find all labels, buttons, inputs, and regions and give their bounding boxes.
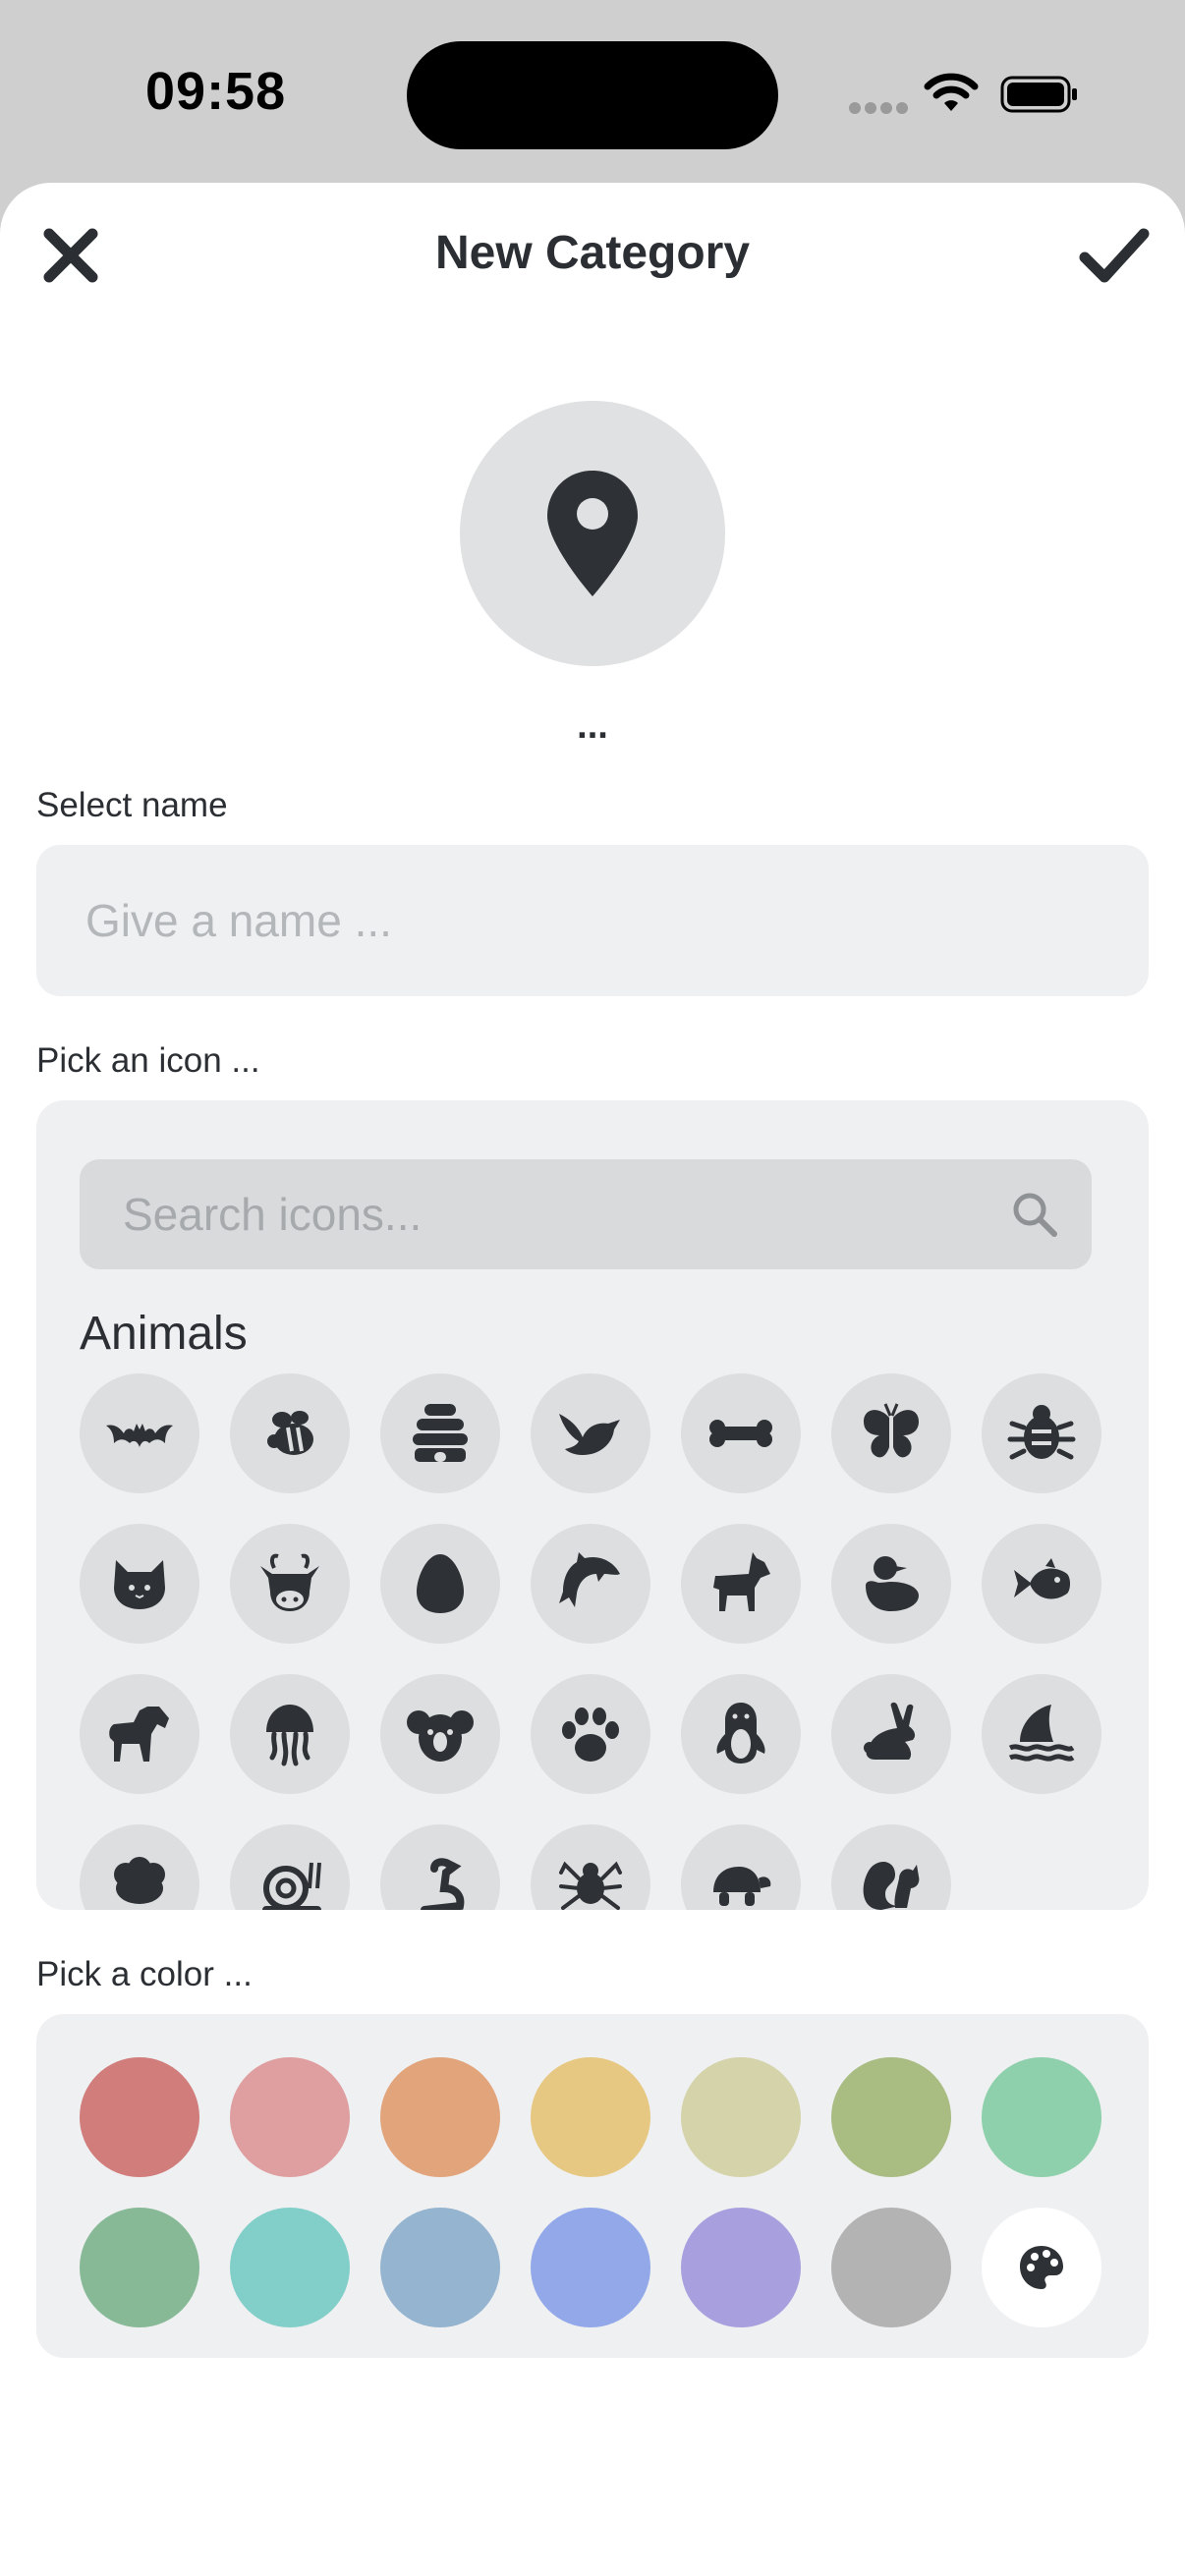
icon-option-fish[interactable] (982, 1524, 1101, 1644)
icon-option-koala[interactable] (380, 1674, 500, 1794)
color-swatch[interactable] (380, 2208, 500, 2327)
duck-icon (866, 1556, 919, 1611)
map-marker-icon (547, 471, 638, 596)
icon-option-bat[interactable] (80, 1373, 199, 1493)
color-swatch[interactable] (982, 2057, 1101, 2177)
cellular-signal-icon (849, 102, 908, 116)
custom-color-button[interactable] (982, 2208, 1101, 2327)
color-swatch[interactable] (80, 2057, 199, 2177)
snail-icon (262, 1862, 321, 1910)
icon-option-cow[interactable] (230, 1524, 350, 1644)
bug-icon (1007, 1405, 1076, 1460)
icon-option-duck[interactable] (831, 1524, 951, 1644)
page-title: New Category (434, 227, 751, 279)
icon-option-cat[interactable] (80, 1524, 199, 1644)
fish-icon (1014, 1558, 1070, 1599)
sheep-icon (114, 1857, 165, 1904)
jellyfish-icon (266, 1705, 313, 1766)
icon-option-beehive[interactable] (380, 1373, 500, 1493)
egg-icon (417, 1554, 464, 1613)
icon-option-rabbit[interactable] (831, 1674, 951, 1794)
icon-section-label: Pick an icon ... (36, 1041, 260, 1080)
dolphin-icon (559, 1552, 620, 1607)
check-icon (1079, 228, 1150, 283)
dog-icon (713, 1552, 770, 1611)
icon-option-dolphin[interactable] (531, 1524, 650, 1644)
icon-option-butterfly[interactable] (831, 1373, 951, 1493)
shark-fin-icon (1008, 1705, 1075, 1762)
horse-icon (109, 1707, 169, 1762)
icon-picker-panel[interactable]: Animals (36, 1100, 1149, 1910)
name-label: Select name (36, 786, 228, 824)
color-swatch[interactable] (831, 2057, 951, 2177)
icon-option-spider[interactable] (531, 1824, 650, 1910)
bat-icon (106, 1424, 173, 1447)
color-picker-panel (36, 2014, 1149, 2358)
color-swatch[interactable] (531, 2208, 650, 2327)
icon-option-squirrel[interactable] (831, 1824, 951, 1910)
color-section-label: Pick a color ... (36, 1955, 253, 1993)
color-swatch[interactable] (681, 2208, 801, 2327)
icon-option-sheep[interactable] (80, 1824, 199, 1910)
icon-option-bone[interactable] (681, 1373, 801, 1493)
color-swatch[interactable] (230, 2208, 350, 2327)
icon-option-dog[interactable] (681, 1524, 801, 1644)
category-preview-name: ... (577, 705, 608, 747)
color-swatch[interactable] (80, 2208, 199, 2327)
icon-option-horse[interactable] (80, 1674, 199, 1794)
wifi-icon (924, 73, 979, 111)
cow-icon (260, 1553, 319, 1611)
snake-icon (421, 1858, 465, 1910)
palette-icon (1020, 2246, 1063, 2289)
color-swatch[interactable] (531, 2057, 650, 2177)
category-name-input[interactable] (36, 845, 1149, 996)
bird-icon (559, 1414, 620, 1455)
butterfly-icon (864, 1403, 919, 1458)
icon-option-snake[interactable] (380, 1824, 500, 1910)
icon-option-shark-fin[interactable] (982, 1674, 1101, 1794)
color-swatch[interactable] (230, 2057, 350, 2177)
spider-icon (559, 1861, 622, 1910)
color-swatch[interactable] (681, 2057, 801, 2177)
icon-search-box[interactable] (80, 1159, 1092, 1269)
turtle-icon (713, 1867, 771, 1906)
icon-option-jellyfish[interactable] (230, 1674, 350, 1794)
bee-icon (267, 1411, 313, 1455)
search-icon (1013, 1193, 1057, 1237)
confirm-button[interactable] (1077, 218, 1152, 293)
status-bar: 09:58 (0, 0, 1185, 183)
dynamic-island (407, 41, 778, 149)
icon-option-egg[interactable] (380, 1524, 500, 1644)
icon-option-bird[interactable] (531, 1373, 650, 1493)
status-time: 09:58 (145, 62, 287, 121)
color-swatch[interactable] (831, 2208, 951, 2327)
color-swatch[interactable] (380, 2057, 500, 2177)
icon-option-bug[interactable] (982, 1373, 1101, 1493)
bone-icon (709, 1420, 772, 1447)
icon-option-snail[interactable] (230, 1824, 350, 1910)
icon-option-bee[interactable] (230, 1373, 350, 1493)
penguin-icon (716, 1703, 765, 1764)
icon-option-turtle[interactable] (681, 1824, 801, 1910)
new-category-sheet: New Category ... Select name Pick an ico… (0, 183, 1185, 2576)
rabbit-icon (864, 1702, 916, 1760)
icon-search-input[interactable] (80, 1159, 964, 1269)
squirrel-icon (863, 1861, 920, 1910)
icon-option-penguin[interactable] (681, 1674, 801, 1794)
paw-icon (562, 1708, 619, 1762)
icon-option-paw[interactable] (531, 1674, 650, 1794)
icon-category-title: Animals (80, 1308, 248, 1360)
cat-icon (114, 1560, 165, 1609)
battery-icon (1000, 76, 1077, 113)
koala-icon (407, 1710, 474, 1762)
category-preview-avatar (460, 401, 725, 666)
beehive-icon (413, 1404, 468, 1462)
